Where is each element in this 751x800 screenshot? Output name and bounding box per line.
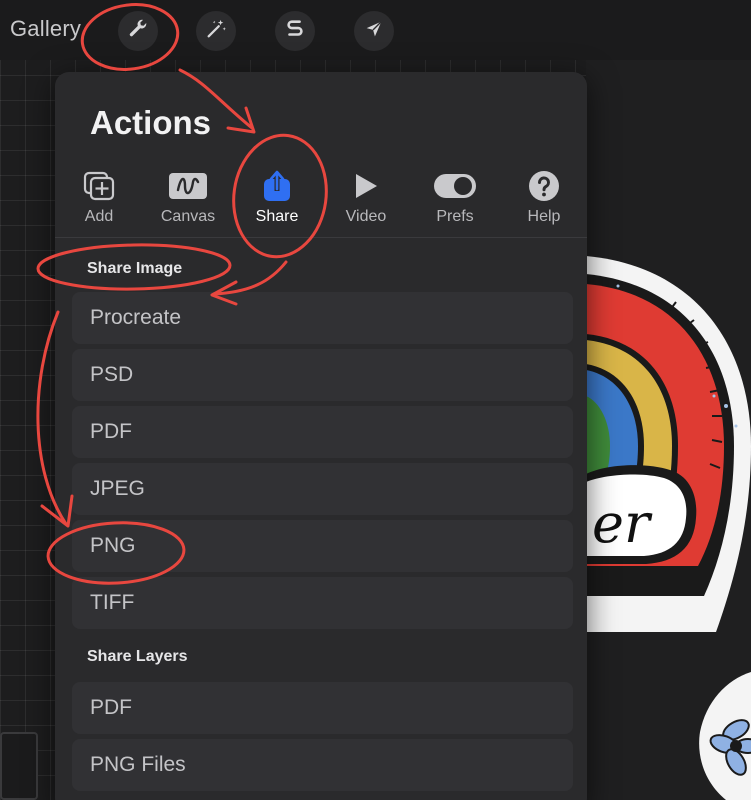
share-layers-option-pdf[interactable]: PDF: [72, 682, 573, 734]
tab-add-label: Add: [84, 208, 114, 225]
adjustments-button[interactable]: [196, 11, 236, 51]
tab-canvas-label: Canvas: [160, 208, 216, 225]
tab-prefs-label: Prefs: [436, 208, 474, 225]
wrench-icon: [127, 18, 149, 45]
magic-wand-icon: [205, 18, 227, 45]
tab-share-label: Share: [255, 208, 299, 225]
add-icon: [55, 168, 143, 204]
selection-s-icon: [284, 18, 306, 45]
share-layers-header: Share Layers: [87, 648, 188, 665]
help-icon: [500, 168, 588, 204]
tab-help-label: Help: [527, 208, 561, 225]
tab-canvas[interactable]: Canvas: [144, 168, 232, 226]
share-layers-option-png-files[interactable]: PNG Files: [72, 739, 573, 791]
share-image-header: Share Image: [87, 260, 183, 277]
canvas-icon: [144, 168, 232, 204]
tab-prefs[interactable]: Prefs: [411, 168, 499, 226]
tab-video-label: Video: [345, 208, 387, 225]
procreate-screen: er Gallery Actions Add Canvas Share Vide…: [0, 0, 751, 800]
transform-button[interactable]: [354, 11, 394, 51]
play-icon: [322, 168, 410, 204]
tab-add[interactable]: Add: [55, 168, 143, 226]
actions-wrench-button[interactable]: [118, 11, 158, 51]
toggle-icon: [411, 168, 499, 204]
svg-text:er: er: [592, 492, 653, 555]
gallery-button[interactable]: Gallery: [10, 16, 81, 42]
share-option-psd[interactable]: PSD: [72, 349, 573, 401]
share-option-pdf[interactable]: PDF: [72, 406, 573, 458]
tab-help[interactable]: Help: [500, 168, 588, 226]
actions-panel: Actions Add Canvas Share Video Prefs Hel…: [55, 72, 587, 800]
side-panel-edge[interactable]: [0, 732, 38, 800]
top-toolbar: Gallery: [0, 0, 751, 60]
rainbow-sticker-artwork: er: [586, 256, 751, 632]
share-option-tiff[interactable]: TIFF: [72, 577, 573, 629]
share-option-jpeg[interactable]: JPEG: [72, 463, 573, 515]
tab-share[interactable]: Share: [233, 168, 321, 226]
tab-video[interactable]: Video: [322, 168, 410, 226]
arrow-cursor-icon: [363, 18, 385, 45]
share-option-png[interactable]: PNG: [72, 520, 573, 572]
tabs-divider: [55, 237, 587, 238]
share-option-procreate[interactable]: Procreate: [72, 292, 573, 344]
flower-sticker-artwork: [696, 672, 751, 800]
share-icon: [233, 168, 321, 204]
panel-title: Actions: [90, 104, 212, 141]
selection-button[interactable]: [275, 11, 315, 51]
